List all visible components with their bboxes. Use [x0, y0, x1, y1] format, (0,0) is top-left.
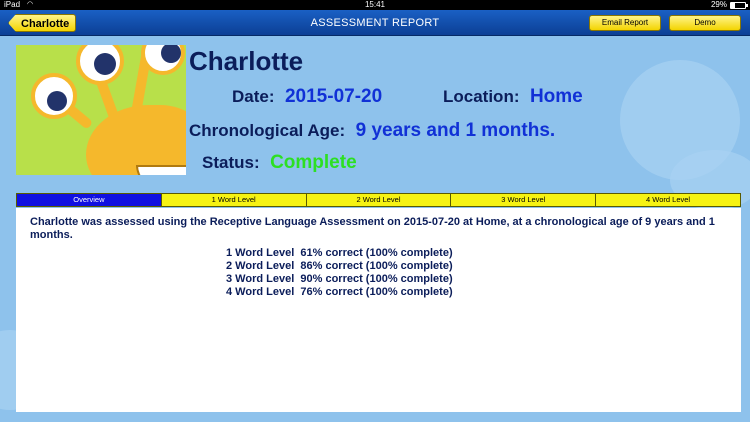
battery-percent: 29%	[710, 0, 727, 9]
date-row: Date: 2015-07-20	[232, 86, 382, 108]
report-tabs: Overview 1 Word Level 2 Word Level 3 Wor…	[16, 193, 741, 207]
navigation-bar: Charlotte ASSESSMENT REPORT Email Report…	[0, 10, 750, 36]
tab-overview[interactable]: Overview	[17, 194, 162, 206]
level-result-1: 1 Word Level 61% correct (100% complete)	[226, 247, 453, 259]
monster-avatar	[16, 45, 186, 175]
overview-summary: Charlotte was assessed using the Recepti…	[30, 216, 715, 241]
clock: 15:41	[364, 0, 386, 9]
level-result-2: 2 Word Level 86% correct (100% complete)	[226, 260, 453, 272]
location-value: Home	[529, 86, 583, 107]
avatar-pupil	[161, 45, 181, 63]
avatar-pupil	[47, 91, 67, 111]
email-report-button[interactable]: Email Report	[589, 15, 661, 31]
student-name: Charlotte	[189, 46, 304, 76]
avatar-eye	[31, 73, 77, 119]
battery-icon	[730, 1, 748, 9]
avatar-eye	[76, 45, 124, 85]
location-label: Location:	[443, 87, 520, 106]
tab-3-word-level[interactable]: 3 Word Level	[451, 194, 597, 206]
tab-1-word-level[interactable]: 1 Word Level	[161, 194, 307, 206]
age-label: Chronological Age:	[189, 121, 346, 140]
age-row: Chronological Age: 9 years and 1 months.	[189, 120, 555, 142]
age-value: 9 years and 1 months.	[355, 120, 556, 141]
demo-button[interactable]: Demo	[669, 15, 741, 31]
battery-status: 29%	[710, 0, 748, 10]
overview-panel: Charlotte was assessed using the Recepti…	[16, 208, 741, 412]
date-label: Date:	[232, 87, 275, 106]
avatar-mouth	[136, 165, 186, 175]
status-value: Complete	[270, 152, 357, 173]
status-bar: iPad ◠ 15:41 29%	[0, 0, 750, 10]
status-row: Status: Complete	[202, 152, 357, 174]
tab-4-word-level[interactable]: 4 Word Level	[596, 194, 740, 206]
avatar-pupil	[94, 53, 116, 75]
tab-2-word-level[interactable]: 2 Word Level	[306, 194, 452, 206]
level-results: 1 Word Level 61% correct (100% complete)…	[226, 247, 453, 299]
location-row: Location: Home	[443, 86, 583, 108]
status-label: Status:	[202, 153, 260, 172]
date-value: 2015-07-20	[284, 86, 383, 107]
level-result-3: 3 Word Level 90% correct (100% complete)	[226, 273, 453, 285]
level-result-4: 4 Word Level 76% correct (100% complete)	[226, 286, 453, 298]
